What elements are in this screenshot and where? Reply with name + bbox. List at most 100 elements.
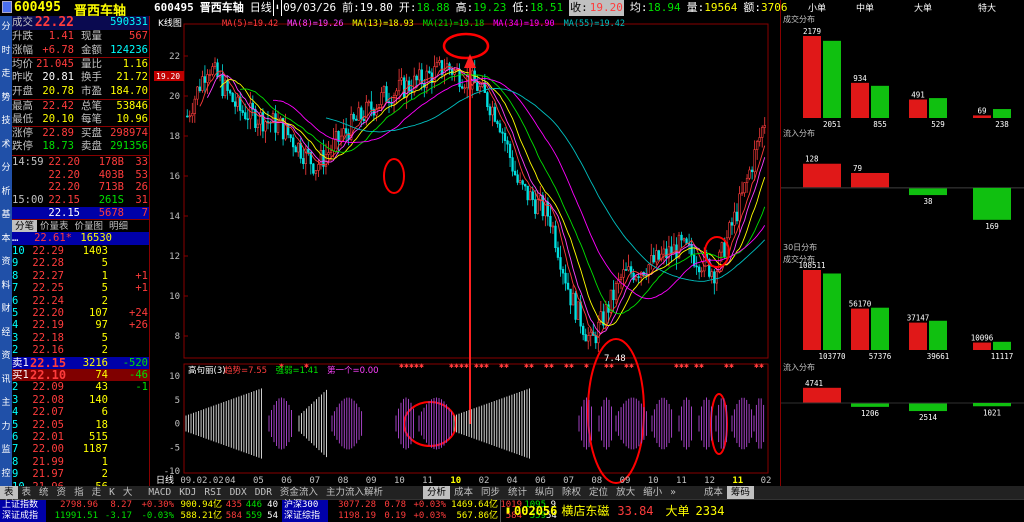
candle-body bbox=[460, 86, 464, 89]
alert-ticker[interactable]: ▮ 002056 横店东磁 33.84 大单 2334 bbox=[500, 500, 724, 522]
toolbar-right-8[interactable]: 缩小 bbox=[639, 486, 666, 499]
toolbar-left-4[interactable]: 指 bbox=[70, 486, 88, 499]
toolbar-right-0[interactable]: 分析 bbox=[422, 486, 450, 499]
flow-section-title: 成交分布 bbox=[783, 14, 815, 24]
toolbar-right-9[interactable]: » bbox=[666, 486, 680, 499]
vtab-10[interactable]: 资 bbox=[0, 251, 12, 275]
vtab-19[interactable]: 控 bbox=[0, 463, 12, 487]
vtab-6[interactable]: 分 bbox=[0, 157, 12, 181]
toolbar-left-1[interactable]: 表 bbox=[18, 486, 36, 499]
candle-body bbox=[188, 115, 191, 118]
book-price: 22.18 bbox=[32, 331, 64, 344]
book-level: 6 bbox=[12, 294, 19, 307]
quote-tab-3[interactable]: 明细 bbox=[106, 220, 131, 232]
capital-flow-panel: 小单 中单 大单 特大 成交分布 2179 2051 934 855 491 529 69 238 流入分… bbox=[780, 0, 1024, 486]
menu-icon[interactable] bbox=[2, 1, 12, 13]
period[interactable]: 日线 bbox=[250, 0, 272, 16]
tick-count: 31 bbox=[135, 194, 148, 207]
vtab-9[interactable]: 本 bbox=[0, 228, 12, 252]
x-tick-label: 08 bbox=[591, 476, 602, 486]
quote-row: 成交 22.22 590331 bbox=[12, 16, 149, 30]
prev-label: 前: bbox=[342, 1, 360, 14]
vtab-14[interactable]: 资 bbox=[0, 345, 12, 369]
vtab-13[interactable]: 经 bbox=[0, 322, 12, 346]
toolbar-left-3[interactable]: 资 bbox=[53, 486, 71, 499]
flow-value-bottom: 1206 bbox=[861, 409, 880, 418]
toolbar-mid-4[interactable]: DDR bbox=[251, 486, 276, 499]
candle-body bbox=[597, 321, 600, 344]
toolbar-left-2[interactable]: 统 bbox=[35, 486, 53, 499]
book-level: 4 bbox=[12, 406, 19, 419]
candle-body bbox=[246, 118, 249, 121]
toolbar-right-4[interactable]: 纵向 bbox=[531, 486, 558, 499]
candle-body bbox=[574, 292, 577, 320]
toolbar-mid-6[interactable]: 主力流入解析 bbox=[322, 486, 387, 499]
tick-price: 22.20 bbox=[48, 155, 80, 168]
candle-body bbox=[561, 269, 565, 274]
candle-body bbox=[355, 118, 358, 121]
x-tick-label: 09 bbox=[620, 476, 631, 486]
kline-title: K线图 bbox=[158, 17, 182, 29]
vtab-7[interactable]: 析 bbox=[0, 181, 12, 205]
quote-label: 最高 bbox=[12, 99, 33, 112]
candle-body bbox=[334, 131, 338, 140]
sz-label[interactable]: 深证成指 bbox=[0, 511, 46, 522]
flow-value-bottom: 238 bbox=[995, 120, 1009, 129]
toolbar-far-1[interactable]: 筹码 bbox=[726, 486, 754, 499]
toolbar-far-0[interactable]: 成本 bbox=[700, 486, 727, 499]
toolbar-left-6[interactable]: K bbox=[105, 486, 119, 499]
quote-tab-2[interactable]: 价量图 bbox=[72, 220, 107, 232]
candle-body bbox=[458, 68, 461, 87]
x-tick-label: 07 bbox=[563, 476, 574, 486]
vtab-11[interactable]: 料 bbox=[0, 275, 12, 299]
vtab-2[interactable]: 走 bbox=[0, 63, 12, 87]
toolbar-right-5[interactable]: 除权 bbox=[558, 486, 585, 499]
candle-body bbox=[503, 133, 507, 141]
quote-tab-1[interactable]: 价量表 bbox=[37, 220, 72, 232]
vtab-5[interactable]: 术 bbox=[0, 134, 12, 158]
book-change bbox=[108, 332, 148, 344]
toolbar-right-2[interactable]: 同步 bbox=[477, 486, 504, 499]
hs-value: 3077.28 bbox=[338, 500, 376, 510]
cy-change: 0.19 bbox=[384, 511, 406, 521]
candle-body bbox=[733, 211, 736, 226]
book-volume: 1 bbox=[101, 269, 108, 282]
toolbar-left-0[interactable]: 表 bbox=[0, 486, 18, 499]
toolbar-mid-5[interactable]: 资金流入 bbox=[276, 486, 322, 499]
toolbar-right-1[interactable]: 成本 bbox=[450, 486, 477, 499]
toolbar-right-3[interactable]: 统计 bbox=[504, 486, 531, 499]
vtab-15[interactable]: 讯 bbox=[0, 369, 12, 393]
vtab-18[interactable]: 监 bbox=[0, 439, 12, 463]
vtab-0[interactable]: 分 bbox=[0, 16, 12, 40]
hs-label[interactable]: 沪深300 bbox=[282, 500, 328, 511]
flow-value-bottom: 2051 bbox=[823, 120, 841, 129]
download-icon[interactable]: ⬇ bbox=[272, 0, 283, 17]
sh-label[interactable]: 上证指数 bbox=[0, 500, 46, 511]
book-row: 7 22.00 1187 bbox=[12, 443, 149, 455]
vtab-8[interactable]: 基 bbox=[0, 204, 12, 228]
candle-body bbox=[241, 110, 244, 113]
signal-marker: ✱ bbox=[419, 361, 424, 370]
toolbar-right-7[interactable]: 放大 bbox=[612, 486, 639, 499]
toolbar-left-5[interactable]: 走 bbox=[88, 486, 106, 499]
toolbar-mid-2[interactable]: RSI bbox=[200, 486, 225, 499]
toolbar-mid-0[interactable]: MACD bbox=[144, 486, 175, 499]
toolbar-mid-3[interactable]: DDX bbox=[226, 486, 251, 499]
book-price: 21.97 bbox=[32, 468, 64, 481]
toolbar-right-6[interactable]: 定位 bbox=[585, 486, 612, 499]
kline-chart[interactable]: K线图 MA(5)=19.42 MA(8)=19.26 MA(13)=18.93 MA(… bbox=[154, 16, 776, 486]
cy-value: 1198.19 bbox=[338, 511, 376, 521]
vtab-17[interactable]: 力 bbox=[0, 416, 12, 440]
vtab-4[interactable]: 技 bbox=[0, 110, 12, 134]
book-volume: 5 bbox=[101, 257, 108, 270]
candle-body bbox=[657, 250, 661, 260]
candle-body bbox=[584, 334, 587, 342]
quote-tab-0[interactable]: 分笔 bbox=[12, 220, 38, 233]
toolbar-mid-1[interactable]: KDJ bbox=[175, 486, 200, 499]
vtab-12[interactable]: 财 bbox=[0, 298, 12, 322]
cy-label[interactable]: 深证综指 bbox=[282, 511, 328, 522]
vtab-16[interactable]: 主 bbox=[0, 392, 12, 416]
vtab-3[interactable]: 势 bbox=[0, 87, 12, 111]
toolbar-left-7[interactable]: 大 bbox=[119, 486, 137, 499]
vtab-1[interactable]: 时 bbox=[0, 40, 12, 64]
